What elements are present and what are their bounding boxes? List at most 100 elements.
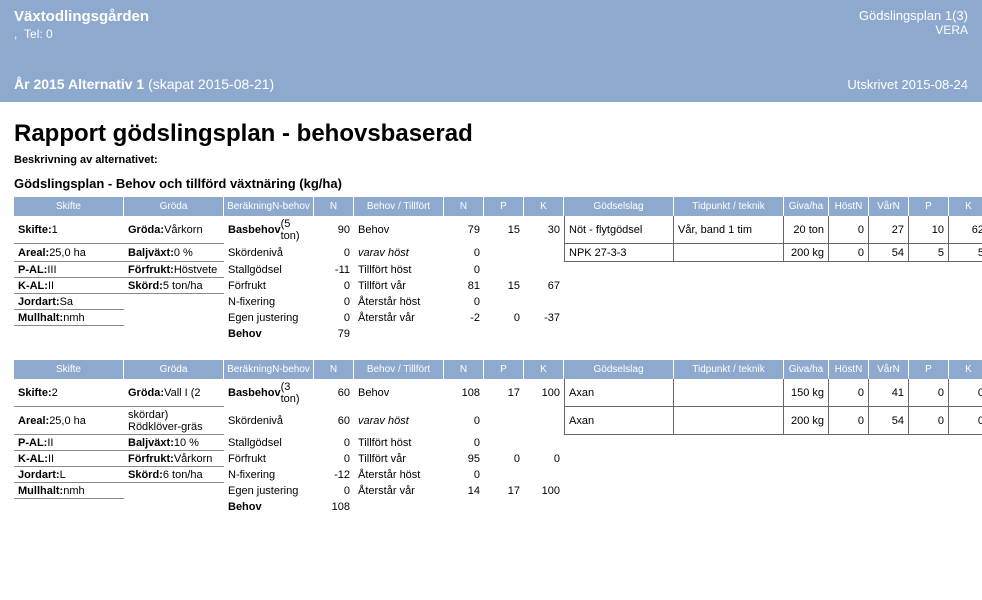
need-p: 0 — [484, 310, 524, 326]
calc-name: Egen justering — [224, 310, 314, 326]
need-n: 108 — [444, 379, 484, 407]
need-k: 67 — [524, 278, 564, 294]
section-title: Gödslingsplan - Behov och tillförd växtn… — [14, 176, 968, 191]
fert-var — [869, 326, 909, 342]
app-name: VERA — [859, 23, 968, 37]
report-header: Växtodlingsgården , Tel: 0 Gödslingsplan… — [0, 0, 982, 102]
fert-time: Vår, band 1 tim — [674, 216, 784, 244]
fert-name: Nöt - flytgödsel — [564, 216, 674, 244]
fert-var — [869, 294, 909, 310]
need-name: Tillfört höst — [354, 435, 444, 451]
year-line: År 2015 Alternativ 1 (skapat 2015-08-21) — [14, 76, 274, 92]
fert-name — [564, 451, 674, 467]
calc-name: Behov — [224, 326, 314, 342]
fert-k — [949, 483, 982, 499]
fert-p — [909, 310, 949, 326]
calc-n: 0 — [314, 435, 354, 451]
info-cell: Areal: 25,0 ha — [14, 244, 124, 262]
need-p — [484, 244, 524, 262]
fert-var — [869, 499, 909, 515]
column-header: Tidpunkt / teknik — [674, 197, 784, 216]
column-header: HöstN — [829, 197, 869, 216]
data-grid: SkifteGrödaBeräkningN-behovNBehov / Till… — [14, 197, 968, 342]
crop-cell — [124, 294, 224, 310]
fert-time — [674, 326, 784, 342]
fert-var — [869, 310, 909, 326]
column-header: Giva/ha — [784, 360, 829, 379]
info-cell: Areal: 25,0 ha — [14, 407, 124, 435]
info-cell — [14, 499, 124, 515]
info-cell: P-AL: III — [14, 262, 124, 278]
need-name — [354, 326, 444, 342]
fert-time — [674, 435, 784, 451]
fert-time — [674, 310, 784, 326]
tel-label: Tel: 0 — [24, 27, 53, 41]
fert-host — [829, 278, 869, 294]
need-p — [484, 407, 524, 435]
farm-tel: , Tel: 0 — [14, 27, 968, 41]
column-header: BeräkningN-behov — [224, 197, 314, 216]
need-p: 17 — [484, 379, 524, 407]
fert-name: NPK 27-3-3 — [564, 244, 674, 262]
fert-name — [564, 499, 674, 515]
need-n: 14 — [444, 483, 484, 499]
calc-name: Förfrukt — [224, 278, 314, 294]
fert-p — [909, 451, 949, 467]
fert-time — [674, 467, 784, 483]
calc-n: 0 — [314, 278, 354, 294]
farm-name: Växtodlingsgården — [14, 8, 968, 25]
fert-var: 27 — [869, 216, 909, 244]
crop-cell — [124, 326, 224, 342]
info-cell: Skifte: 1 — [14, 216, 124, 244]
crop-cell — [124, 310, 224, 326]
need-k — [524, 244, 564, 262]
need-n — [444, 326, 484, 342]
fert-giva — [784, 499, 829, 515]
need-k: 100 — [524, 379, 564, 407]
field-block: SkifteGrödaBeräkningN-behovNBehov / Till… — [14, 197, 968, 342]
fert-p — [909, 499, 949, 515]
column-header: P — [484, 197, 524, 216]
fert-host — [829, 262, 869, 278]
column-header: N — [444, 197, 484, 216]
column-header: Gröda — [124, 197, 224, 216]
column-header: Gröda — [124, 360, 224, 379]
fert-giva — [784, 451, 829, 467]
fert-time — [674, 294, 784, 310]
fert-host — [829, 483, 869, 499]
fert-p — [909, 294, 949, 310]
info-cell: Jordart: Sa — [14, 294, 124, 310]
column-header: Skifte — [14, 360, 124, 379]
calc-name: Skördenivå — [224, 244, 314, 262]
fert-var — [869, 483, 909, 499]
fert-giva — [784, 435, 829, 451]
need-p: 0 — [484, 451, 524, 467]
fert-name: Axan — [564, 407, 674, 435]
crop-cell — [124, 483, 224, 499]
need-k — [524, 499, 564, 515]
year-rest: (skapat 2015-08-21) — [144, 76, 274, 92]
calc-name: N-fixering — [224, 294, 314, 310]
fert-name — [564, 467, 674, 483]
fert-var — [869, 451, 909, 467]
desc-label: Beskrivning av alternativet: — [14, 154, 968, 166]
need-name: Tillfört vår — [354, 451, 444, 467]
fert-time — [674, 451, 784, 467]
need-n: 0 — [444, 467, 484, 483]
fert-k — [949, 499, 982, 515]
calc-n: 60 — [314, 407, 354, 435]
calc-n: 60 — [314, 379, 354, 407]
column-header: HöstN — [829, 360, 869, 379]
info-cell: Skifte: 2 — [14, 379, 124, 407]
need-n: 79 — [444, 216, 484, 244]
fert-giva: 200 kg — [784, 407, 829, 435]
fert-time — [674, 407, 784, 435]
info-cell: Mullhalt: nmh — [14, 483, 124, 499]
fert-var — [869, 435, 909, 451]
column-header: VårN — [869, 360, 909, 379]
crop-cell: Gröda: Vårkorn — [124, 216, 224, 244]
need-n — [444, 499, 484, 515]
fert-time — [674, 379, 784, 407]
fert-host: 0 — [829, 379, 869, 407]
column-header: Behov / Tillfört — [354, 360, 444, 379]
